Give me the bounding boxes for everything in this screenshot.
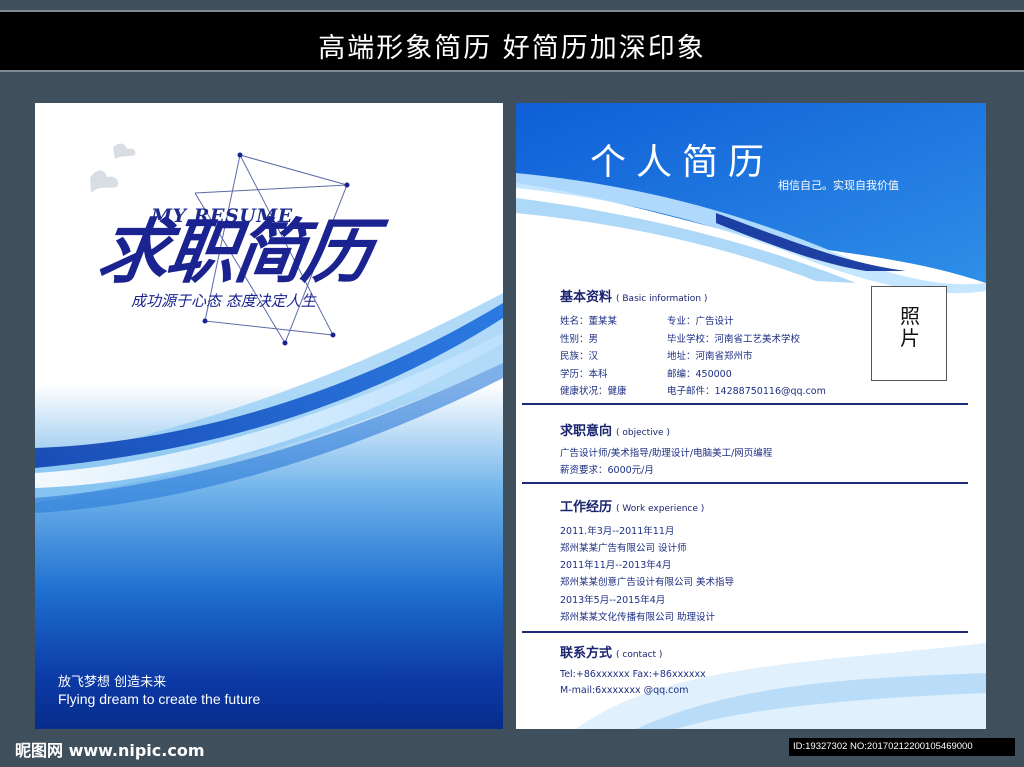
section-basic-title-cn: 基本资料 [560, 290, 613, 305]
basic-right-line: 专业：广告设计 [667, 316, 734, 327]
section-divider [522, 403, 968, 405]
cover-wave-graphic [35, 143, 503, 513]
top-banner: 高端形象简历 好简历加深印象 [0, 10, 1024, 72]
resume-content-page: 个人简历 相信自己。实现自我价值 照片 基本资料( Basic informat… [516, 103, 986, 729]
section-work-title-cn: 工作经历 [560, 500, 613, 515]
basic-left-line: 民族：汉 [560, 351, 599, 362]
basic-left-line: 学历：本科 [560, 369, 608, 380]
section-contact-title-en: ( contact ) [616, 650, 663, 660]
section-objective-title-en: ( objective ) [616, 428, 670, 438]
resume-title: 个人简历 [590, 142, 775, 183]
resume-header-graphic [516, 103, 986, 729]
basic-right-line: 地址：河南省郑州市 [667, 351, 753, 362]
contact-line: M-mail:6xxxxxxx @qq.com [560, 685, 689, 696]
cover-slogan: 成功源于心态 态度决定人生 [131, 292, 316, 310]
section-work-title-en: ( Work experience ) [616, 504, 705, 514]
section-contact-title: 联系方式( contact ) [560, 642, 662, 661]
section-contact-title-cn: 联系方式 [560, 646, 613, 661]
basic-left-line: 健康状况：健康 [560, 386, 627, 397]
work-line: 郑州某某创意广告设计有限公司 美术指导 [560, 577, 735, 588]
brand-chinese: 求职简历 [93, 211, 377, 293]
objective-line: 广告设计师/美术指导/助理设计/电脑美工/网页编程 [560, 448, 773, 459]
cover-footer-en: Flying dream to create the future [58, 691, 261, 707]
resume-subtitle: 相信自己。实现自我价值 [778, 179, 899, 192]
work-line: 2013年5月--2015年4月 [560, 595, 666, 606]
contact-line: Tel:+86xxxxxx Fax:+86xxxxxx [560, 669, 706, 680]
objective-line: 薪资要求：6000元/月 [560, 465, 654, 476]
section-work-title: 工作经历( Work experience ) [560, 496, 704, 515]
basic-right-line: 电子邮件：14288750116@qq.com [667, 386, 826, 397]
dove-icon [90, 143, 136, 193]
work-line: 2011.年3月--2011年11月 [560, 526, 675, 537]
work-line: 郑州某某广告有限公司 设计师 [560, 543, 687, 554]
basic-right-line: 邮编：450000 [667, 369, 732, 380]
photo-placeholder: 照片 [871, 286, 947, 381]
section-objective-title-cn: 求职意向 [560, 424, 613, 439]
basic-right-line: 毕业学校：河南省工艺美术学校 [667, 334, 801, 345]
work-line: 郑州某某文化传播有限公司 助理设计 [560, 612, 716, 623]
section-divider [522, 482, 968, 484]
work-line: 2011年11月--2013年4月 [560, 560, 672, 571]
site-watermark: 昵图网 www.nipic.com [15, 741, 205, 760]
photo-label: 照片 [900, 304, 920, 350]
cover-footer-cn: 放飞梦想 创造未来 [58, 675, 167, 690]
section-basic-title: 基本资料( Basic information ) [560, 286, 707, 305]
section-divider [522, 631, 968, 633]
basic-left-line: 性别：男 [560, 334, 599, 345]
section-basic-title-en: ( Basic information ) [616, 294, 708, 304]
resume-cover-page: MY RESUME 求职简历 成功源于心态 态度决定人生 放飞梦想 创造未来 F… [35, 103, 503, 729]
banner-title: 高端形象简历 好简历加深印象 [318, 33, 706, 64]
section-objective-title: 求职意向( objective ) [560, 420, 670, 439]
image-id-label: ID:19327302 NO:20170212200105469000 [789, 738, 1015, 756]
basic-left-line: 姓名：董某某 [560, 316, 618, 327]
